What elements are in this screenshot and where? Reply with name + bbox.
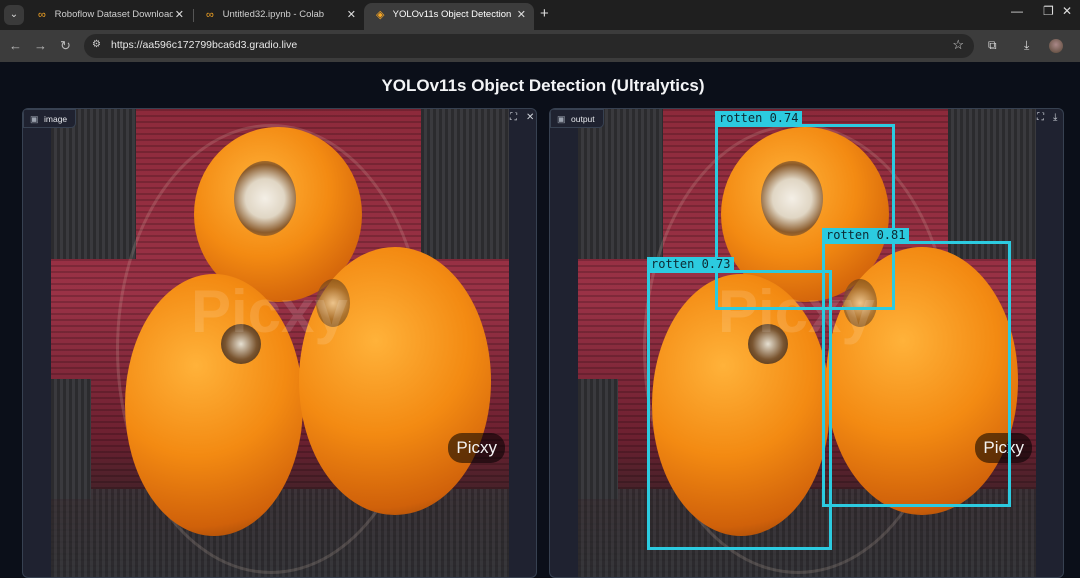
close-tab-icon[interactable]: ✕ xyxy=(517,3,526,27)
clear-image-icon[interactable]: ✕ xyxy=(526,112,534,123)
close-tab-icon[interactable]: ✕ xyxy=(347,3,356,27)
browser-toolbar: ← → ↻ ⚙ https://aa596c172799bca6d3.gradi… xyxy=(0,30,1080,62)
image-icon: ▣ xyxy=(30,114,39,124)
tab-untitled32[interactable]: ∞ Untitled32.ipynb - Colab ✕ xyxy=(194,3,364,30)
colab-icon: ∞ xyxy=(38,9,46,21)
close-tab-icon[interactable]: ✕ xyxy=(175,3,184,27)
image-icon: ▣ xyxy=(557,114,566,124)
address-bar[interactable]: ⚙ https://aa596c172799bca6d3.gradio.live… xyxy=(84,34,974,58)
output-image-panel: ▣ output ⛶ ⤓ Picxy Picxy rotten 0.74 rot… xyxy=(549,108,1064,578)
input-image-panel[interactable]: ▣ image ⛶ ✕ Picxy Picxy xyxy=(22,108,537,578)
detection-label: rotten 0.73 xyxy=(647,257,735,271)
detection-box: rotten 0.81 xyxy=(822,228,1011,507)
rotten-spot xyxy=(234,161,296,236)
background-cloth xyxy=(51,109,136,259)
bookmark-star-icon[interactable]: ☆ xyxy=(952,37,964,53)
url-text[interactable]: https://aa596c172799bca6d3.gradio.live xyxy=(111,39,297,51)
tab-roboflow[interactable]: ∞ Roboflow Dataset Download.ipy ✕ xyxy=(26,3,192,30)
page-title: YOLOv11s Object Detection (Ultralytics) xyxy=(381,76,705,95)
minimize-icon[interactable]: — xyxy=(1011,4,1023,18)
extensions-icon[interactable]: ⧉ xyxy=(988,38,997,53)
downloads-icon[interactable]: ⤓ xyxy=(1024,38,1029,53)
watermark-badge: Picxy xyxy=(448,433,505,463)
back-icon[interactable]: ← xyxy=(9,38,22,53)
window-close-icon[interactable]: ✕ xyxy=(1062,4,1072,18)
profile-avatar[interactable] xyxy=(1049,39,1063,53)
site-info-icon[interactable]: ⚙ xyxy=(92,39,101,50)
forward-icon[interactable]: → xyxy=(34,38,47,53)
background-cloth xyxy=(948,109,1036,259)
input-panel-label: ▣ image xyxy=(23,109,77,128)
background-cloth xyxy=(421,109,509,259)
fullscreen-icon[interactable]: ⛶ xyxy=(510,112,517,123)
download-icon[interactable]: ⤓ xyxy=(1053,112,1057,123)
browser-tab-bar: ⌄ ∞ Roboflow Dataset Download.ipy ✕ ∞ Un… xyxy=(0,0,1080,30)
background-cloth xyxy=(578,379,618,499)
output-panel-label: ▣ output xyxy=(550,109,604,128)
detection-label: rotten 0.74 xyxy=(715,111,803,125)
reload-icon[interactable]: ↻ xyxy=(60,38,71,54)
colab-icon: ∞ xyxy=(206,9,214,21)
watermark-text: Picxy xyxy=(191,278,348,345)
gradio-icon: ◈ xyxy=(376,9,385,21)
new-tab-button[interactable]: + xyxy=(540,5,549,22)
tab-yolo-detection[interactable]: ◈ YOLOv11s Object Detection (Ultr ✕ xyxy=(364,3,534,30)
background-cloth xyxy=(578,109,663,259)
fullscreen-icon[interactable]: ⛶ xyxy=(1037,112,1044,123)
tab-search-button[interactable]: ⌄ xyxy=(4,5,24,25)
detection-label: rotten 0.81 xyxy=(822,228,910,242)
input-image: Picxy Picxy xyxy=(51,109,509,577)
background-cloth xyxy=(51,379,91,499)
output-image: Picxy Picxy rotten 0.74 rotten 0.81 rott… xyxy=(578,109,1036,577)
detection-box: rotten 0.73 xyxy=(647,257,832,550)
restore-icon[interactable]: ❐ xyxy=(1043,4,1054,18)
